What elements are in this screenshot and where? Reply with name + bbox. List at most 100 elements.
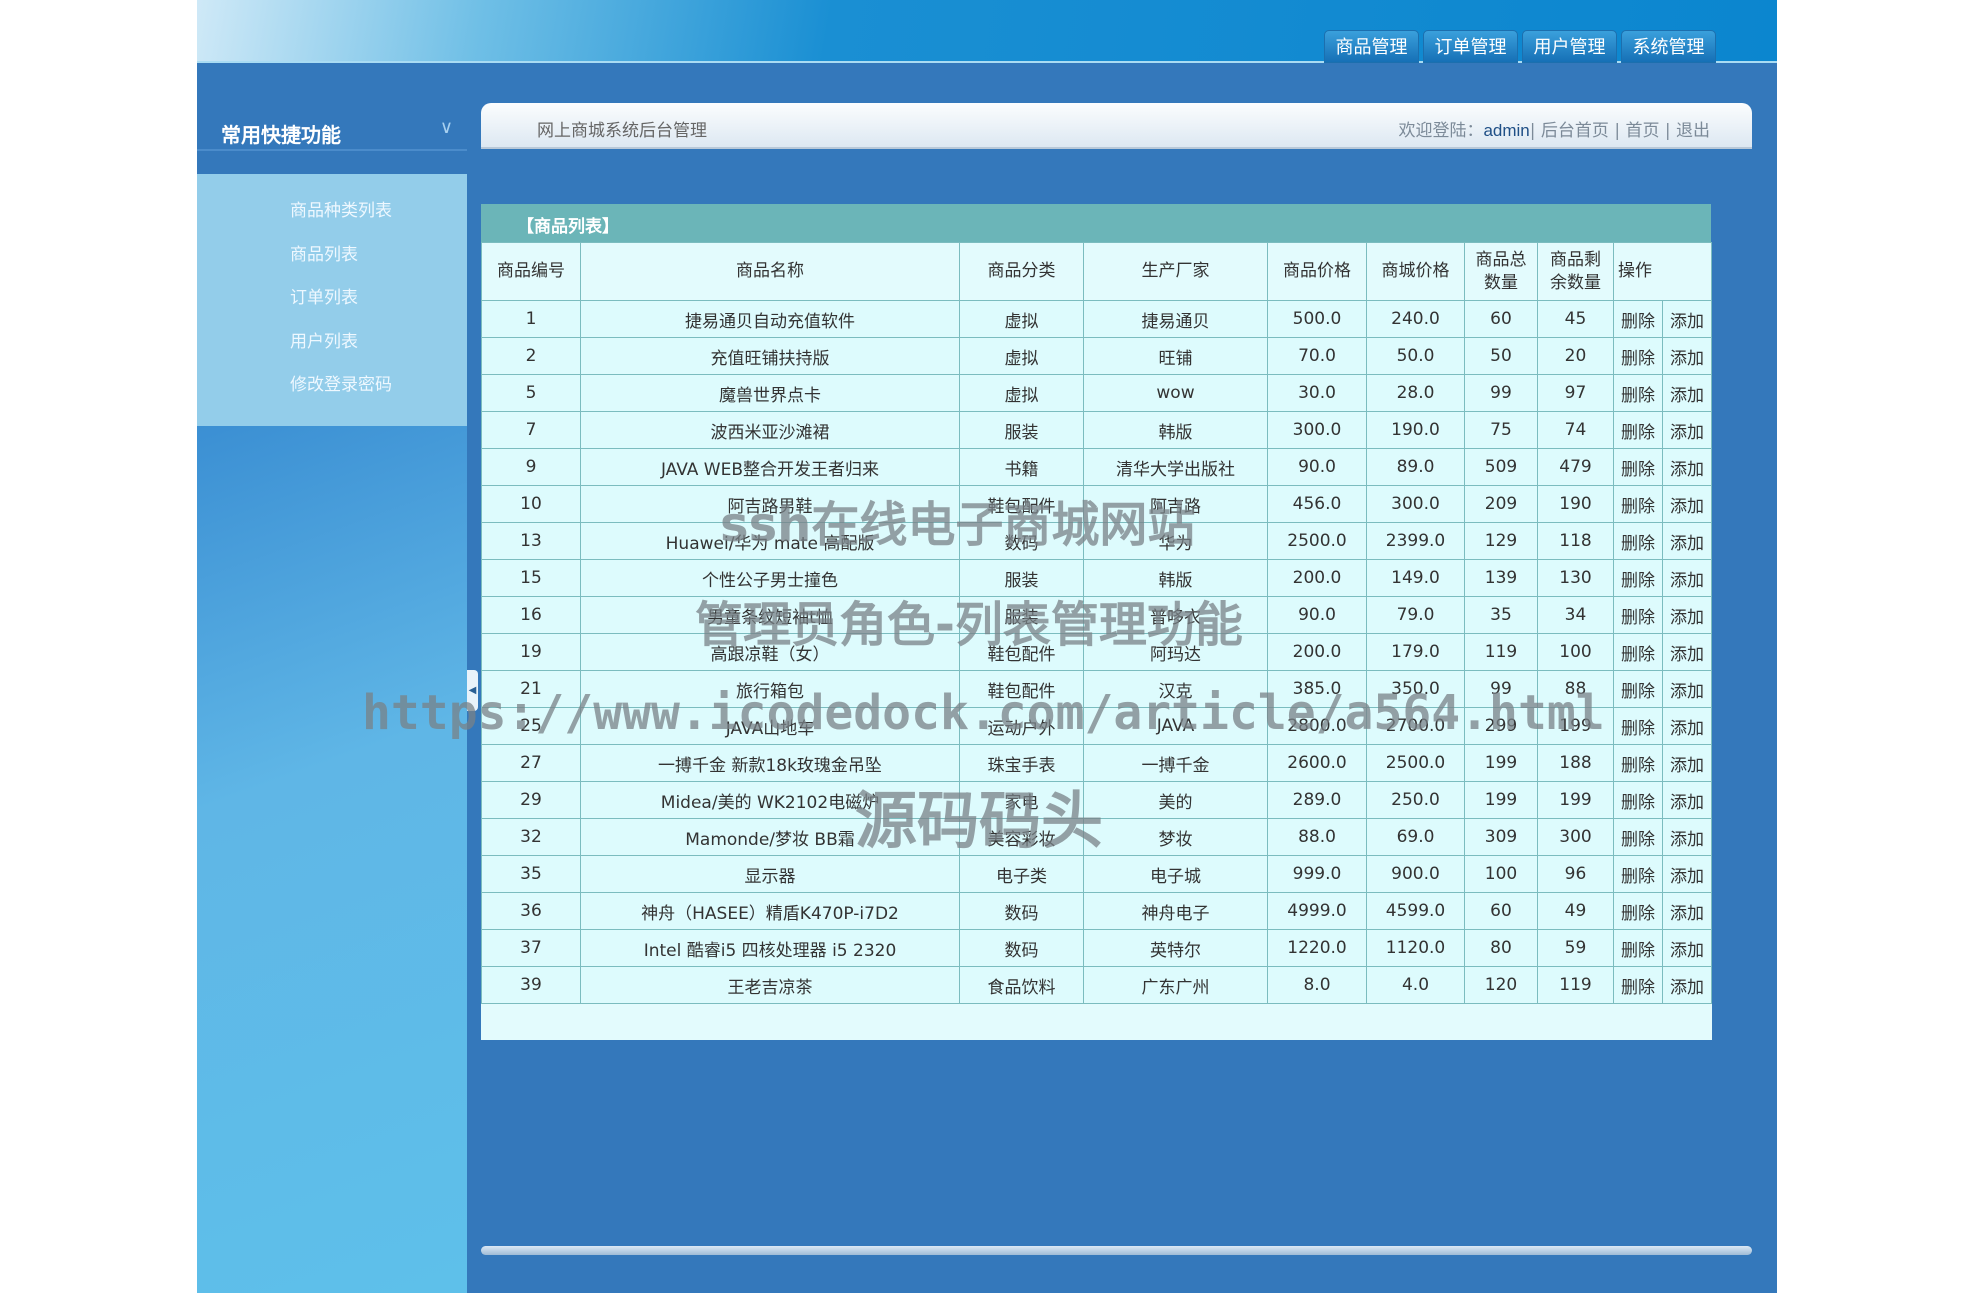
- table-cell: 美的: [1084, 782, 1268, 819]
- add-button[interactable]: 添加: [1663, 449, 1712, 486]
- add-button[interactable]: 添加: [1663, 856, 1712, 893]
- add-button[interactable]: 添加: [1663, 375, 1712, 412]
- add-button[interactable]: 添加: [1663, 671, 1712, 708]
- table-cell: 虚拟: [960, 338, 1084, 375]
- table-cell: JAVA WEB整合开发王者归来: [581, 449, 960, 486]
- table-cell: 4599.0: [1367, 893, 1465, 930]
- table-cell: 华为: [1084, 523, 1268, 560]
- tab-product-management[interactable]: 商品管理: [1324, 30, 1419, 63]
- table-cell: 神舟（HASEE）精盾K470P-i7D2: [581, 893, 960, 930]
- table-cell: 充值旺铺扶持版: [581, 338, 960, 375]
- delete-button[interactable]: 删除: [1614, 782, 1663, 819]
- sidebar-item-category-list[interactable]: 商品种类列表: [197, 196, 467, 240]
- logout-link[interactable]: 退出: [1676, 121, 1710, 141]
- add-button[interactable]: 添加: [1663, 412, 1712, 449]
- delete-button[interactable]: 删除: [1614, 708, 1663, 745]
- delete-button[interactable]: 删除: [1614, 930, 1663, 967]
- delete-button[interactable]: 删除: [1614, 523, 1663, 560]
- collapse-sidebar-handle[interactable]: ◀: [467, 670, 478, 711]
- tab-order-management[interactable]: 订单管理: [1423, 30, 1518, 63]
- delete-button[interactable]: 删除: [1614, 967, 1663, 1004]
- add-button[interactable]: 添加: [1663, 782, 1712, 819]
- sidebar-item-product-list[interactable]: 商品列表: [197, 240, 467, 284]
- table-cell: 188: [1538, 745, 1614, 782]
- table-cell: 13: [482, 523, 581, 560]
- separator: |: [1665, 121, 1671, 141]
- product-list-panel: 【商品列表】 商品编号商品名称商品分类生产厂家商品价格商城价格商品总数量商品剩余…: [481, 204, 1711, 1040]
- delete-button[interactable]: 删除: [1614, 560, 1663, 597]
- double-chevron-down-icon[interactable]: ∨: [440, 117, 453, 138]
- table-cell: 2500.0: [1367, 745, 1465, 782]
- table-cell: 28.0: [1367, 375, 1465, 412]
- delete-button[interactable]: 删除: [1614, 893, 1663, 930]
- sidebar-header[interactable]: 常用快捷功能 ∨: [197, 111, 467, 151]
- table-cell: 数码: [960, 893, 1084, 930]
- table-cell: 10: [482, 486, 581, 523]
- add-button[interactable]: 添加: [1663, 338, 1712, 375]
- delete-button[interactable]: 删除: [1614, 819, 1663, 856]
- table-cell: 王老吉凉茶: [581, 967, 960, 1004]
- delete-button[interactable]: 删除: [1614, 856, 1663, 893]
- delete-button[interactable]: 删除: [1614, 375, 1663, 412]
- sidebar-item-change-password[interactable]: 修改登录密码: [197, 370, 467, 414]
- add-button[interactable]: 添加: [1663, 486, 1712, 523]
- table-cell: 209: [1465, 486, 1538, 523]
- table-cell: 高跟凉鞋（女）: [581, 634, 960, 671]
- home-link[interactable]: 首页: [1625, 121, 1659, 141]
- table-cell: JAVA山地车: [581, 708, 960, 745]
- table-cell: 179.0: [1367, 634, 1465, 671]
- column-header: 商城价格: [1367, 243, 1465, 301]
- table-cell: 999.0: [1268, 856, 1367, 893]
- table-cell: 珠宝手表: [960, 745, 1084, 782]
- table-cell: 一搏千金: [1084, 745, 1268, 782]
- delete-button[interactable]: 删除: [1614, 597, 1663, 634]
- table-cell: 36: [482, 893, 581, 930]
- tab-system-management[interactable]: 系统管理: [1621, 30, 1716, 63]
- table-cell: 4999.0: [1268, 893, 1367, 930]
- table-cell: 家电: [960, 782, 1084, 819]
- add-button[interactable]: 添加: [1663, 930, 1712, 967]
- table-cell: 数码: [960, 523, 1084, 560]
- table-cell: 服装: [960, 560, 1084, 597]
- delete-button[interactable]: 删除: [1614, 486, 1663, 523]
- add-button[interactable]: 添加: [1663, 708, 1712, 745]
- product-table: 商品编号商品名称商品分类生产厂家商品价格商城价格商品总数量商品剩余数量操作 1捷…: [481, 242, 1712, 1040]
- table-spacer: [482, 1004, 1712, 1040]
- delete-button[interactable]: 删除: [1614, 745, 1663, 782]
- table-cell: 70.0: [1268, 338, 1367, 375]
- table-cell: 190.0: [1367, 412, 1465, 449]
- table-cell: 97: [1538, 375, 1614, 412]
- table-cell: 240.0: [1367, 301, 1465, 338]
- table-cell: 90.0: [1268, 597, 1367, 634]
- add-button[interactable]: 添加: [1663, 967, 1712, 1004]
- table-cell: 服装: [960, 412, 1084, 449]
- delete-button[interactable]: 删除: [1614, 412, 1663, 449]
- table-cell: 89.0: [1367, 449, 1465, 486]
- delete-button[interactable]: 删除: [1614, 301, 1663, 338]
- add-button[interactable]: 添加: [1663, 745, 1712, 782]
- add-button[interactable]: 添加: [1663, 893, 1712, 930]
- table-row: 7波西米亚沙滩裙服装韩版300.0190.07574删除添加: [482, 412, 1712, 449]
- delete-button[interactable]: 删除: [1614, 634, 1663, 671]
- table-cell: 9: [482, 449, 581, 486]
- table-cell: 16: [482, 597, 581, 634]
- tab-user-management[interactable]: 用户管理: [1522, 30, 1617, 63]
- table-cell: 旺铺: [1084, 338, 1268, 375]
- sidebar-item-order-list[interactable]: 订单列表: [197, 283, 467, 327]
- delete-button[interactable]: 删除: [1614, 671, 1663, 708]
- add-button[interactable]: 添加: [1663, 560, 1712, 597]
- table-cell: 21: [482, 671, 581, 708]
- add-button[interactable]: 添加: [1663, 634, 1712, 671]
- table-cell: 96: [1538, 856, 1614, 893]
- add-button[interactable]: 添加: [1663, 301, 1712, 338]
- add-button[interactable]: 添加: [1663, 597, 1712, 634]
- table-cell: 汉克: [1084, 671, 1268, 708]
- sidebar-item-user-list[interactable]: 用户列表: [197, 327, 467, 371]
- delete-button[interactable]: 删除: [1614, 338, 1663, 375]
- add-button[interactable]: 添加: [1663, 819, 1712, 856]
- admin-home-link[interactable]: 后台首页: [1541, 121, 1609, 141]
- add-button[interactable]: 添加: [1663, 523, 1712, 560]
- delete-button[interactable]: 删除: [1614, 449, 1663, 486]
- table-cell: 韩版: [1084, 560, 1268, 597]
- table-cell: 1120.0: [1367, 930, 1465, 967]
